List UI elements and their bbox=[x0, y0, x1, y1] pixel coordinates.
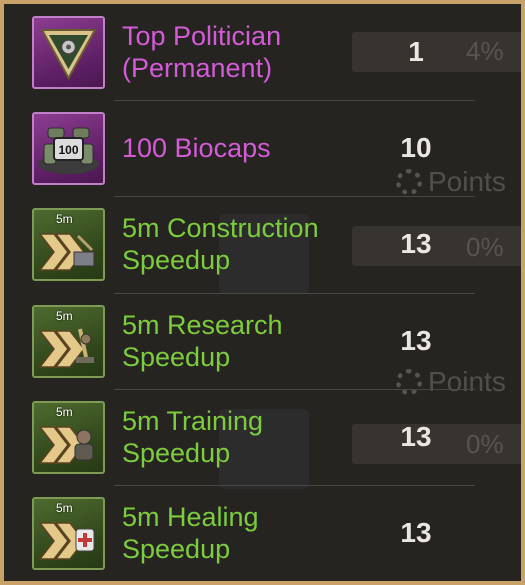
reward-name: 5m Construction Speedup bbox=[122, 212, 362, 276]
research-speedup-icon: 5m bbox=[32, 304, 105, 378]
reward-row[interactable]: 5m 5m Research Speedup 13 bbox=[4, 292, 521, 389]
reward-row[interactable]: 100 100 Biocaps 10 bbox=[4, 100, 521, 196]
reward-row[interactable]: Top Politician (Permanent) 1 bbox=[4, 4, 521, 100]
reward-name-line: Top Politician bbox=[122, 21, 282, 52]
icon-duration-tag: 5m bbox=[56, 500, 73, 515]
reward-quantity: 1 bbox=[408, 36, 424, 68]
triangle-badge-icon bbox=[32, 16, 105, 89]
reward-row[interactable]: 5m 5m Construction Speedup 13 bbox=[4, 196, 521, 292]
reward-list: Top Politician (Permanent) 1 100 100 Bio bbox=[4, 4, 521, 581]
reward-quantity: 13 bbox=[400, 420, 432, 452]
reward-name-line: Speedup bbox=[122, 245, 231, 276]
healing-speedup-icon: 5m bbox=[32, 496, 105, 570]
icon-duration-tag: 5m bbox=[56, 308, 73, 323]
reward-quantity: 13 bbox=[400, 228, 432, 260]
reward-name-line: 5m Training bbox=[122, 405, 264, 436]
reward-name-line: Speedup bbox=[122, 533, 231, 564]
biocaps-pile-icon: 100 bbox=[32, 112, 105, 186]
reward-row[interactable]: 5m 5m Healing Speedup 13 bbox=[4, 484, 521, 581]
reward-quantity: 10 bbox=[400, 132, 432, 164]
reward-name-line: 100 Biocaps bbox=[122, 133, 271, 164]
reward-name: 5m Research Speedup bbox=[122, 309, 362, 373]
reward-name-line: Speedup bbox=[122, 341, 231, 372]
reward-name-line: 5m Construction bbox=[122, 213, 319, 244]
reward-name: 100 Biocaps bbox=[122, 132, 362, 164]
reward-name-line: (Permanent) bbox=[122, 53, 273, 84]
construction-speedup-icon: 5m bbox=[32, 208, 105, 282]
reward-name-line: 5m Research bbox=[122, 309, 283, 340]
reward-row[interactable]: 5m 5m Training Speedup 13 bbox=[4, 388, 521, 485]
training-speedup-icon: 5m bbox=[32, 400, 105, 474]
icon-duration-tag: 5m bbox=[56, 404, 73, 419]
reward-list-panel: 4% Points 0% Points 0% Top Politician (P bbox=[4, 4, 521, 581]
reward-name-line: 5m Healing bbox=[122, 501, 259, 532]
reward-name: 5m Training Speedup bbox=[122, 405, 362, 469]
reward-quantity: 13 bbox=[400, 516, 432, 548]
reward-name: 5m Healing Speedup bbox=[122, 501, 362, 565]
icon-duration-tag: 5m bbox=[56, 212, 73, 227]
reward-name-line: Speedup bbox=[122, 437, 231, 468]
reward-name: Top Politician (Permanent) bbox=[122, 20, 362, 84]
biocaps-label: 100 bbox=[58, 143, 78, 157]
reward-quantity: 13 bbox=[400, 324, 432, 356]
